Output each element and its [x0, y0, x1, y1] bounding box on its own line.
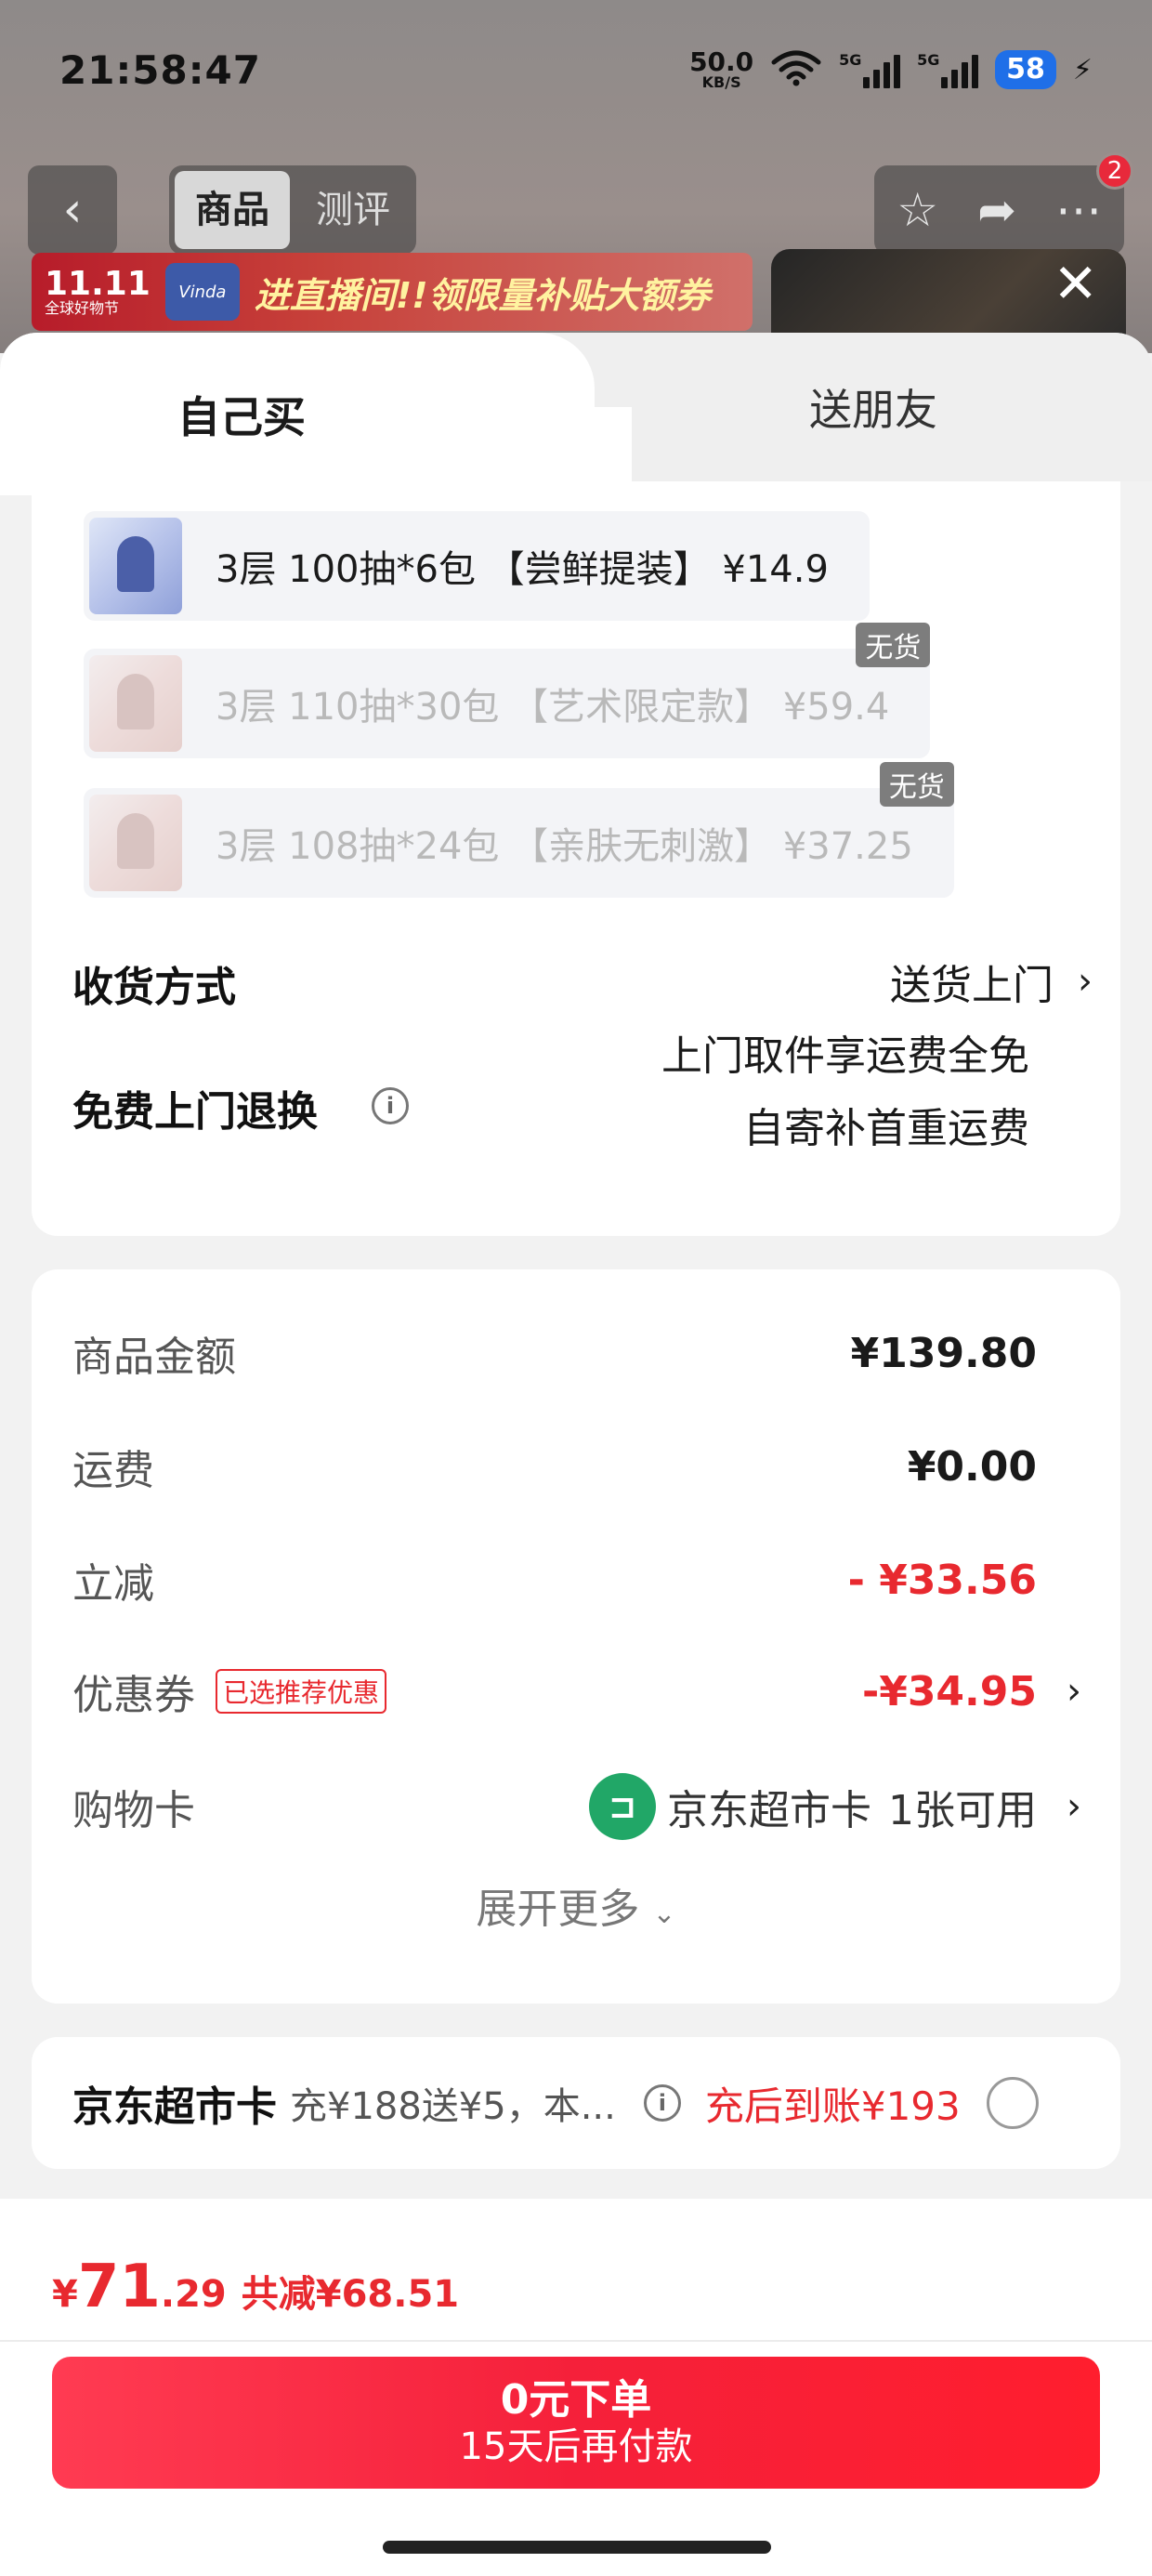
supermarket-card-offer: 京东超市卡 充¥188送¥5，本... i 充后到账¥193 [32, 2037, 1120, 2169]
signal-1-label: 5G [839, 51, 862, 69]
goods-amount-value: ¥139.80 [850, 1329, 1037, 1377]
total-price: ¥ 71 .29 共减¥68.51 [52, 2253, 459, 2321]
signal-2-label: 5G [917, 51, 940, 69]
shipping-row: 运费 ¥0.00 [72, 1429, 1120, 1504]
shipping-label: 运费 [72, 1447, 154, 1494]
delivery-method-selector[interactable]: 送货上门 › [890, 952, 1093, 1011]
purchase-mode-tabs: 送朋友 自己买 [0, 333, 1152, 495]
info-icon[interactable]: i [372, 1087, 409, 1124]
place-order-label: 0元下单 [500, 2375, 652, 2424]
delivery-method-label: 收货方式 [72, 964, 236, 1011]
sku-thumbnail [89, 655, 182, 752]
charging-icon: ⚡ [1072, 53, 1093, 86]
goods-amount-row: 商品金额 ¥139.80 [72, 1316, 1120, 1390]
chevron-right-icon: › [1078, 960, 1093, 1003]
free-return-label: 免费上门退换 [72, 1088, 318, 1136]
wifi-icon [770, 49, 822, 90]
footer-divider [0, 2340, 1152, 2342]
supermarket-card-title: 京东超市卡 [72, 2083, 277, 2131]
tab-buy-self[interactable]: 自己买 [0, 333, 632, 495]
sku-label: 3层 110抽*30包 【艺术限定款】 ¥59.4 [216, 686, 890, 729]
signal-icon-1: 5G [839, 51, 901, 88]
shopping-card-available: 1张可用 [888, 1787, 1037, 1834]
battery-indicator: 58 [995, 50, 1056, 89]
sku-option[interactable]: 3层 100抽*6包 【尝鲜提装】 ¥14.9 [84, 511, 870, 621]
more-icon[interactable]: ⋯ [1055, 183, 1102, 237]
brand-logo: Vinda [164, 263, 240, 321]
net-speed-value: 50.0 [689, 46, 754, 77]
page-tabs: 商品 测评 [169, 165, 416, 255]
promo-banner[interactable]: 11.11 全球好物节 Vinda 进直播间!!领限量补贴大额券 [32, 253, 753, 331]
tab-review[interactable]: 测评 [295, 171, 411, 249]
total-saved: 共减¥68.51 [241, 2273, 460, 2316]
place-order-button[interactable]: 0元下单 15天后再付款 [52, 2357, 1100, 2489]
total-integer: 71 [77, 2253, 161, 2321]
chevron-right-icon: › [1067, 1785, 1081, 1828]
back-icon: ‹ [62, 182, 83, 238]
nav-actions: ☆ ➦ ⋯ 2 [874, 152, 1133, 255]
supermarket-card-desc: 充¥188送¥5，本... [290, 2085, 616, 2128]
options-card: 3层 100抽*6包 【尝鲜提装】 ¥14.9 3层 110抽*30包 【艺术限… [32, 481, 1120, 1236]
backdrop: 21:58:47 50.0 KB/S 5G 5G 58 ⚡ ‹ 商品 测评 ☆ … [0, 0, 1152, 355]
sku-label: 3层 100抽*6包 【尝鲜提装】 ¥14.9 [216, 548, 829, 591]
status-time: 21:58:47 [59, 46, 261, 93]
supermarket-card-credit: 充后到账¥193 [704, 2083, 961, 2129]
coupon-label: 优惠券 [72, 1672, 195, 1719]
notification-badge: 2 [1096, 152, 1133, 190]
expand-more-button[interactable]: 展开更多 ⌄ [32, 1875, 1120, 1935]
shopping-card-name: 京东超市卡 [667, 1787, 871, 1834]
sku-option[interactable]: 3层 110抽*30包 【艺术限定款】 ¥59.4 无货 [84, 623, 931, 758]
supermarket-card-icon: ⊐ [589, 1773, 656, 1840]
supermarket-card-radio[interactable] [986, 2077, 1039, 2129]
tab-product[interactable]: 商品 [175, 171, 290, 249]
close-icon[interactable]: ✕ [1053, 256, 1098, 310]
home-indicator[interactable] [383, 2541, 771, 2554]
place-order-sublabel: 15天后再付款 [459, 2425, 693, 2469]
free-return-line-2: 自寄补首重运费 [743, 1105, 1029, 1152]
coupon-row[interactable]: 优惠券 已选推荐优惠 -¥34.95 › [72, 1654, 1120, 1728]
status-bar: 21:58:47 50.0 KB/S 5G 5G 58 ⚡ [0, 0, 1152, 139]
sku-thumbnail [89, 518, 182, 614]
promo-logo-sub: 全球好物节 [45, 299, 120, 317]
chevron-down-icon: ⌄ [652, 1898, 676, 1930]
share-icon[interactable]: ➦ [977, 183, 1016, 237]
net-speed-unit: KB/S [701, 73, 741, 91]
checkout-footer: ¥ 71 .29 共减¥68.51 0元下单 15天后再付款 [0, 2199, 1152, 2576]
promo-text: 进直播间!!领限量补贴大额券 [254, 274, 711, 316]
total-currency: ¥ [52, 2273, 78, 2316]
total-decimal: .29 [160, 2273, 227, 2316]
instant-discount-label: 立减 [72, 1560, 154, 1608]
expand-more-label: 展开更多 [476, 1886, 640, 1933]
shopping-card-row[interactable]: 购物卡 ⊐ 京东超市卡 1张可用 › [72, 1769, 1120, 1844]
sold-out-badge: 无货 [879, 762, 954, 807]
tab-send-friend[interactable]: 送朋友 [595, 333, 1152, 481]
sku-label: 3层 108抽*24包 【亲肤无刺激】 ¥37.25 [216, 825, 913, 868]
sku-thumbnail [89, 795, 182, 891]
goods-amount-label: 商品金额 [72, 1334, 236, 1381]
free-return-line-1: 上门取件享运费全免 [661, 1032, 1029, 1080]
free-return-details: 上门取件享运费全免 自寄补首重运费 [661, 1020, 1029, 1165]
back-button[interactable]: ‹ [28, 165, 117, 255]
favorite-star-icon[interactable]: ☆ [897, 183, 938, 237]
price-detail-card: 商品金额 ¥139.80 运费 ¥0.00 立减 - ¥33.56 优惠券 已选… [32, 1269, 1120, 2004]
promo-logo-main: 11.11 [45, 265, 151, 303]
shopping-card-label: 购物卡 [72, 1787, 195, 1834]
nav-bar: ‹ 商品 测评 ☆ ➦ ⋯ 2 [28, 152, 1133, 255]
coupon-value: -¥34.95 [861, 1667, 1037, 1715]
shipping-value: ¥0.00 [907, 1442, 1037, 1491]
delivery-method-value: 送货上门 [890, 962, 1054, 1009]
coupon-selected-tag: 已选推荐优惠 [216, 1669, 387, 1714]
instant-discount-row: 立减 - ¥33.56 [72, 1543, 1120, 1617]
chevron-right-icon: › [1067, 1670, 1081, 1713]
instant-discount-value: - ¥33.56 [847, 1556, 1037, 1604]
net-speed: 50.0 KB/S [689, 49, 753, 90]
signal-icon-2: 5G [917, 51, 979, 88]
status-indicators: 50.0 KB/S 5G 5G 58 ⚡ [689, 49, 1093, 90]
double-eleven-logo: 11.11 全球好物节 [45, 268, 151, 316]
sku-option[interactable]: 3层 108抽*24包 【亲肤无刺激】 ¥37.25 无货 [84, 762, 954, 898]
sold-out-badge: 无货 [856, 623, 931, 667]
info-icon[interactable]: i [643, 2084, 681, 2122]
shopping-card-summary: ⊐ 京东超市卡 1张可用 [589, 1773, 1037, 1840]
